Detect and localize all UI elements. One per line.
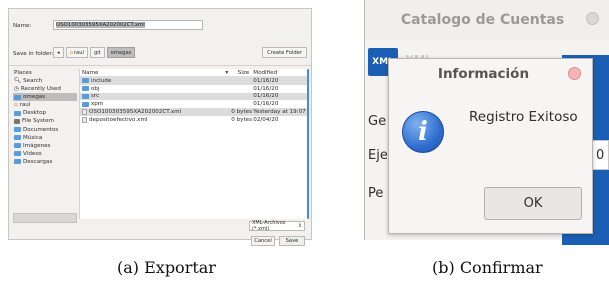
file-row[interactable]: xpm 01/16/20 xyxy=(80,100,309,108)
place-omegas[interactable]: omegas xyxy=(13,93,77,102)
path-back-button[interactable]: ◂ xyxy=(53,47,64,58)
divider xyxy=(9,65,311,66)
folder-icon xyxy=(82,78,89,84)
file-type-select[interactable]: XML-Archivos (*.xml) ⇕ xyxy=(249,220,305,232)
chevron-updown-icon: ⇕ xyxy=(297,223,302,229)
name-label: Name: xyxy=(13,23,32,29)
folder-icon xyxy=(14,143,21,149)
chevron-left-icon: ◂ xyxy=(57,49,60,56)
create-folder-button[interactable]: Create Folder xyxy=(262,47,307,58)
window-close-button[interactable] xyxy=(586,12,599,25)
ok-button[interactable]: OK xyxy=(484,187,582,220)
scrollbar[interactable] xyxy=(307,69,309,219)
search-icon: 🔍︎ xyxy=(14,78,22,84)
place-raul[interactable]: ⌂ raul xyxy=(13,101,77,109)
place-search[interactable]: 🔍︎ Search xyxy=(13,77,77,85)
drive-icon xyxy=(14,119,20,125)
place-documentos[interactable]: Documentos xyxy=(13,126,77,134)
column-modified[interactable]: Modified xyxy=(251,70,309,76)
places-sidebar: Places 🔍︎ Search ◷ Recently Used omegas ⌂ r… xyxy=(13,69,77,227)
background-label: Ge xyxy=(368,114,387,129)
folder-icon xyxy=(82,86,89,92)
path-button-omegas[interactable]: omegas xyxy=(106,47,136,58)
background-value: 0 xyxy=(596,148,605,163)
dialog-message: Registro Exitoso xyxy=(469,109,578,125)
folder-icon xyxy=(14,151,21,157)
file-list-header: Name ▾ Size Modified xyxy=(80,69,309,77)
home-icon: ⌂ xyxy=(14,102,18,109)
dialog-title: Información xyxy=(437,66,530,82)
info-dialog: Información i Registro Exitoso OK xyxy=(388,58,593,234)
path-bar: ◂ ⌂ raul git omegas xyxy=(53,47,136,58)
folder-icon xyxy=(14,159,21,165)
folder-icon xyxy=(82,93,89,99)
home-icon: ⌂ xyxy=(69,49,73,56)
place-videos[interactable]: Vídeos xyxy=(13,150,77,158)
folder-icon xyxy=(14,127,21,133)
file-row[interactable]: depositoefectivo.xml 0 bytes 02/04/20 xyxy=(80,116,309,124)
column-size[interactable]: Size xyxy=(231,70,251,76)
caption-a: (a) Exportar xyxy=(117,258,216,277)
place-musica[interactable]: Música xyxy=(13,134,77,142)
save-in-label: Save in folder: xyxy=(13,51,54,57)
save-file-dialog: Name: OSO100303595XA202002CT.xml Save in… xyxy=(8,8,312,246)
file-row[interactable]: obj 01/16/20 xyxy=(80,85,309,93)
file-row[interactable]: src 01/16/20 xyxy=(80,92,309,101)
window-title: Catalogo de Cuentas xyxy=(365,0,609,40)
clock-icon: ◷ xyxy=(14,86,19,93)
place-descargas[interactable]: Descargas xyxy=(13,158,77,166)
folder-icon xyxy=(82,101,89,107)
background-label: Pe xyxy=(368,186,384,201)
file-list: Name ▾ Size Modified include 01/16/20 obj… xyxy=(79,69,309,219)
place-desktop[interactable]: Desktop xyxy=(13,109,77,117)
place-file-system[interactable]: File System xyxy=(13,117,77,125)
info-icon: i xyxy=(402,111,444,153)
place-recently-used[interactable]: ◷ Recently Used xyxy=(13,85,77,93)
file-icon xyxy=(82,116,87,123)
folder-icon xyxy=(14,110,21,116)
file-row[interactable]: OSO100303595XA202002CT.xml 0 bytes Yesterd… xyxy=(80,108,309,116)
places-header: Places xyxy=(14,70,32,76)
place-imagenes[interactable]: Imágenes xyxy=(13,142,77,150)
filename-input[interactable]: OSO100303595XA202002CT.xml xyxy=(53,20,203,30)
save-button[interactable]: Save xyxy=(279,236,305,246)
file-icon xyxy=(82,109,87,116)
dialog-close-button[interactable] xyxy=(568,67,581,80)
path-button-git[interactable]: git xyxy=(89,47,105,58)
caption-b: (b) Confirmar xyxy=(432,258,543,277)
filename-value: OSO100303595XA202002CT.xml xyxy=(56,22,145,28)
column-name[interactable]: Name xyxy=(80,70,225,76)
folder-icon xyxy=(14,135,21,141)
path-button-raul[interactable]: ⌂ raul xyxy=(65,47,88,58)
places-add-remove-bar[interactable] xyxy=(13,213,77,223)
file-row[interactable]: include 01/16/20 xyxy=(80,77,309,85)
folder-icon xyxy=(14,94,21,100)
background-label: Eje xyxy=(368,148,388,163)
cancel-button[interactable]: Cancel xyxy=(251,236,275,246)
